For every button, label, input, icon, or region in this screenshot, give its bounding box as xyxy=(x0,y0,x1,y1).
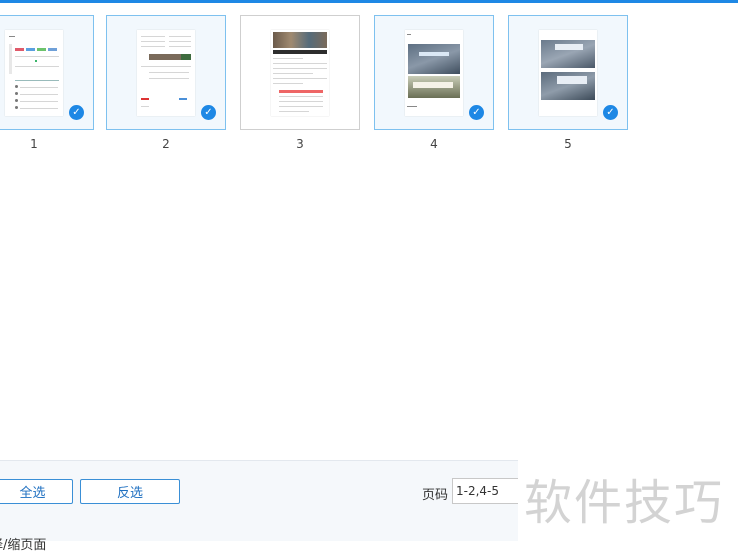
page-number-label: 5 xyxy=(564,137,572,151)
selection-footer: 全选 反选 页码 1-2,4-5 择/缩页面 xyxy=(0,460,524,553)
page-number-label: 2 xyxy=(162,137,170,151)
page-thumbnail-1[interactable]: ✓ xyxy=(0,15,94,130)
checkmark-icon: ✓ xyxy=(201,105,216,120)
page-thumbnail-2[interactable]: ✓ xyxy=(106,15,226,130)
page-preview-4 xyxy=(405,29,463,116)
page-thumbnail-4[interactable]: ✓ xyxy=(374,15,494,130)
page-range-label: 页码 xyxy=(422,488,449,503)
page-range-input[interactable]: 1-2,4-5 xyxy=(452,478,524,504)
thumbnail-grid: ✓ 1 ✓ 2 3 ✓ 4 ✓ 5 xyxy=(0,3,738,460)
page-thumbnail-3[interactable] xyxy=(240,15,360,130)
watermark: 软件技巧 xyxy=(518,460,738,540)
page-preview-2 xyxy=(137,29,195,116)
watermark-text: 软件技巧 xyxy=(524,475,725,531)
page-number-label: 1 xyxy=(30,137,38,151)
checkmark-icon: ✓ xyxy=(603,105,618,120)
option-label: 择/缩页面 xyxy=(0,538,47,553)
invert-selection-button[interactable]: 反选 xyxy=(80,479,180,504)
page-number-label: 3 xyxy=(296,137,304,151)
checkmark-icon: ✓ xyxy=(469,105,484,120)
page-number-label: 4 xyxy=(430,137,438,151)
checkmark-icon: ✓ xyxy=(69,105,84,120)
page-preview-3 xyxy=(271,29,329,116)
page-thumbnail-5[interactable]: ✓ xyxy=(508,15,628,130)
page-preview-1 xyxy=(5,29,63,116)
select-all-button[interactable]: 全选 xyxy=(0,479,73,504)
page-preview-5 xyxy=(539,29,597,116)
